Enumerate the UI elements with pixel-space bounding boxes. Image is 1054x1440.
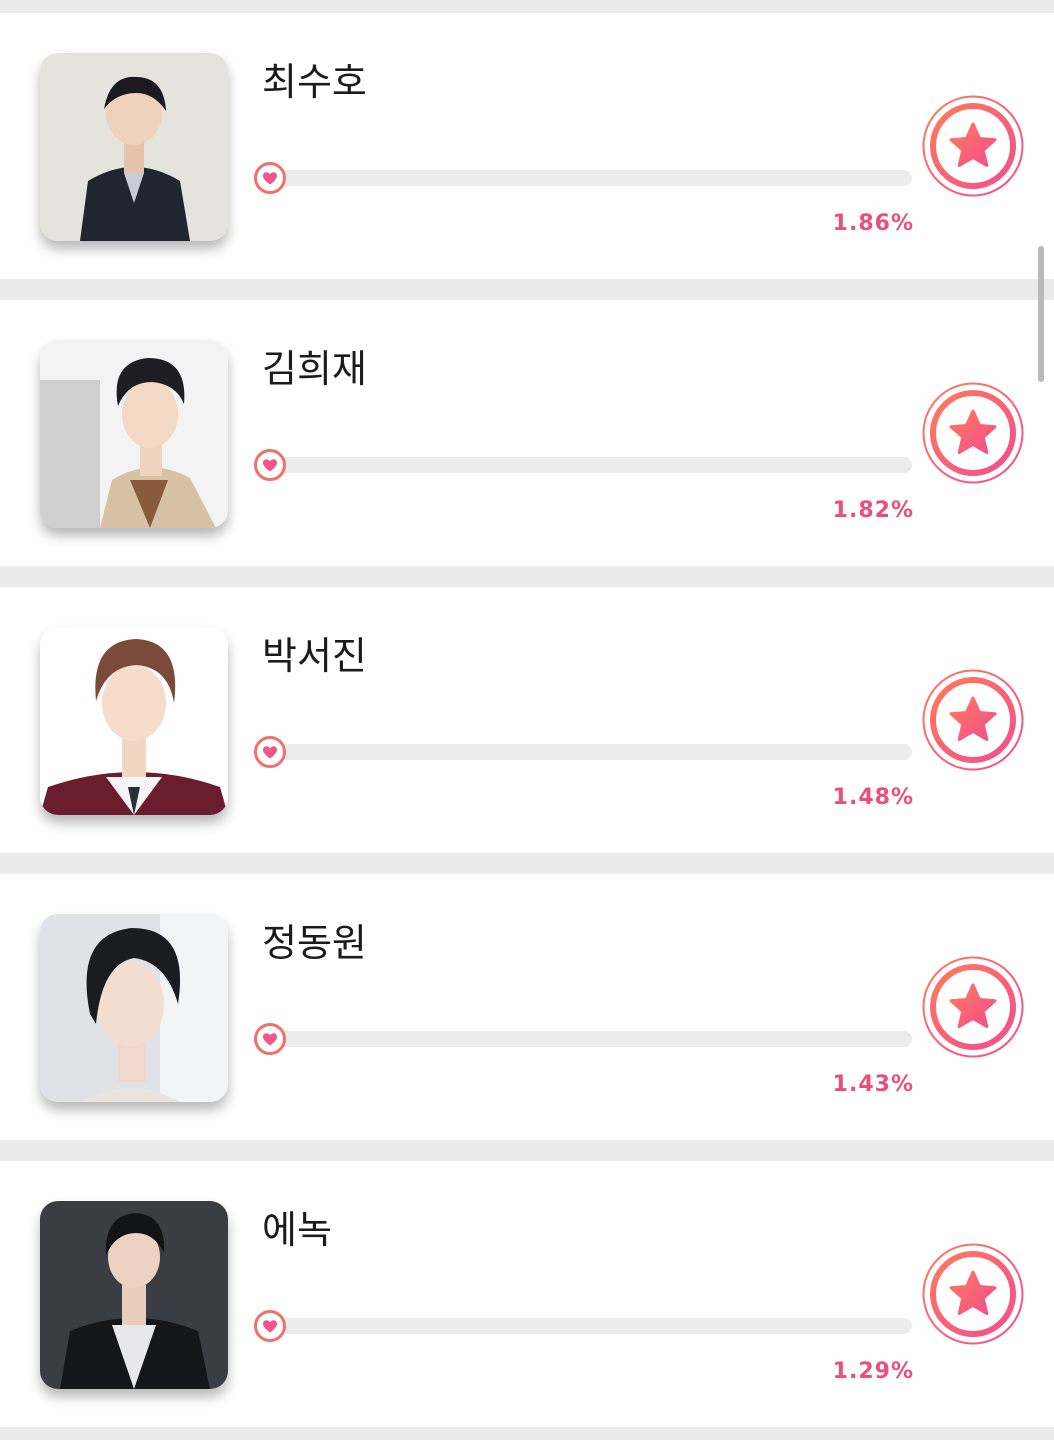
- heart-icon: [254, 1023, 286, 1055]
- ranking-card[interactable]: 박서진 1.48%: [0, 587, 1054, 853]
- avatar: [40, 627, 228, 815]
- vote-percentage: 1.43%: [832, 1072, 914, 1097]
- vote-button[interactable]: [922, 1243, 1024, 1345]
- vote-percentage: 1.86%: [832, 211, 914, 236]
- vote-button[interactable]: [922, 669, 1024, 771]
- vote-percentage: 1.29%: [832, 1359, 914, 1384]
- heart-icon: [254, 162, 286, 194]
- vote-button[interactable]: [922, 382, 1024, 484]
- profile-photo: [40, 1201, 228, 1389]
- profile-photo: [40, 627, 228, 815]
- scrollbar-thumb[interactable]: [1038, 246, 1044, 382]
- vote-progress-bar: [270, 744, 912, 760]
- heart-icon: [254, 1310, 286, 1342]
- ranking-card[interactable]: 김희재 1.82%: [0, 300, 1054, 566]
- candidate-name: 에녹: [262, 1208, 332, 1252]
- vote-progress-bar: [270, 170, 912, 186]
- vote-button[interactable]: [922, 956, 1024, 1058]
- star-icon: [922, 1243, 1024, 1345]
- avatar: [40, 1201, 228, 1389]
- candidate-name: 김희재: [262, 347, 367, 391]
- candidate-name: 정동원: [262, 921, 367, 965]
- vote-progress-bar: [270, 1031, 912, 1047]
- profile-photo: [40, 914, 228, 1102]
- vote-percentage: 1.48%: [832, 785, 914, 810]
- ranking-card[interactable]: 최수호 1.86%: [0, 13, 1054, 279]
- profile-photo: [40, 53, 228, 241]
- avatar: [40, 340, 228, 528]
- avatar: [40, 914, 228, 1102]
- profile-photo: [40, 340, 228, 528]
- vote-progress-bar: [270, 1318, 912, 1334]
- vote-button[interactable]: [922, 95, 1024, 197]
- heart-icon: [254, 449, 286, 481]
- vote-percentage: 1.82%: [832, 498, 914, 523]
- heart-icon: [254, 736, 286, 768]
- star-icon: [922, 669, 1024, 771]
- ranking-card[interactable]: 에녹 1.29%: [0, 1161, 1054, 1427]
- star-icon: [922, 382, 1024, 484]
- avatar: [40, 53, 228, 241]
- candidate-name: 박서진: [262, 634, 367, 678]
- ranking-card[interactable]: 정동원 1.43%: [0, 874, 1054, 1140]
- star-icon: [922, 95, 1024, 197]
- star-icon: [922, 956, 1024, 1058]
- vote-progress-bar: [270, 457, 912, 473]
- ranking-list: 최수호 1.86% 김희재 1.82% 박서진 1.48% 정동원 1.43% …: [0, 0, 1054, 1440]
- candidate-name: 최수호: [262, 60, 367, 104]
